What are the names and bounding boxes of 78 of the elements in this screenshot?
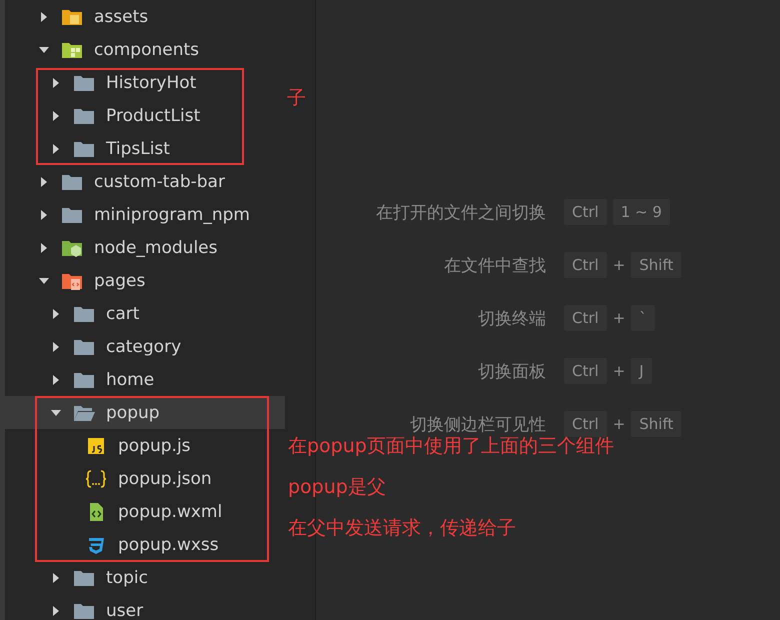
file-name: HistoryHot [106,72,196,92]
tree-item[interactable]: home [5,363,285,396]
key-cap: J [631,358,652,384]
plus-sign: + [612,309,626,327]
caret-right-icon[interactable] [39,12,49,22]
caret-right-icon[interactable] [51,78,61,88]
tree-item[interactable]: ProductList [5,99,285,132]
annotation-text: popup是父 [288,475,387,500]
caret-down-icon[interactable] [51,408,61,418]
tree-item[interactable]: popup.json [5,462,285,495]
caret-right-icon[interactable] [51,144,61,154]
caret-right-icon[interactable] [51,308,61,318]
tree-item[interactable]: custom-tab-bar [5,165,285,198]
tree-item[interactable]: popup [5,396,285,429]
file-name: TipsList [106,138,170,158]
key-cap: ` [631,305,655,331]
annotation-text: 在父中发送请求，传递给子 [288,516,517,541]
caret-right-icon[interactable] [51,606,61,616]
tree-item[interactable]: components [5,33,285,66]
tree-item[interactable]: miniprogram_npm [5,198,285,231]
key-cap: 1 ~ 9 [612,199,670,225]
tree-item[interactable]: assets [5,0,285,33]
file-name: miniprogram_npm [94,204,250,224]
caret-right-icon[interactable] [51,110,61,120]
tree-item[interactable]: popup.wxml [5,495,285,528]
key-cap: Shift [631,411,682,437]
caret-right-icon[interactable] [39,210,49,220]
file-name: home [106,370,154,390]
key-cap: Ctrl [564,358,607,384]
key-cap: Ctrl [564,252,607,278]
caret-right-icon[interactable] [51,572,61,582]
tree-item[interactable]: user [5,594,285,620]
file-name: node_modules [94,238,218,258]
caret-down-icon[interactable] [39,276,49,286]
file-name: category [106,336,182,356]
tree-item[interactable]: category [5,330,285,363]
file-name: user [106,600,144,620]
annotation-text: 在popup页面中使用了上面的三个组件 [288,434,614,459]
key-cap: Ctrl [564,199,607,225]
plus-sign: + [612,415,626,433]
shortcut-label: 在文件中查找 [443,254,546,276]
caret-right-icon[interactable] [39,242,49,252]
shortcut-label: 切换终端 [477,308,546,330]
key-cap: Ctrl [564,411,607,437]
file-name: popup.json [118,468,212,488]
tree-item[interactable]: topic [5,561,285,594]
shortcut-label: 切换侧边栏可见性 [409,414,546,436]
shortcut-label: 在打开的文件之间切换 [375,202,546,224]
file-name: cart [106,304,140,324]
tree-item[interactable]: pages [5,264,285,297]
tree-item[interactable]: HistoryHot [5,66,285,99]
tree-item[interactable]: node_modules [5,231,285,264]
file-name: custom-tab-bar [94,172,225,192]
tree-item[interactable]: popup.wxss [5,528,285,561]
file-name: assets [94,6,148,26]
caret-right-icon[interactable] [39,176,49,186]
file-name: popup.wxss [118,534,219,554]
shortcut-label: 切换面板 [477,360,546,382]
file-name: components [94,40,200,60]
js-file-icon [85,436,107,456]
caret-down-icon[interactable] [39,44,49,54]
key-cap: Shift [631,252,682,278]
tree-item[interactable]: cart [5,297,285,330]
caret-right-icon[interactable] [51,342,61,352]
caret-right-icon[interactable] [51,374,61,384]
file-name: popup.js [118,436,191,456]
file-name: ProductList [106,106,200,126]
file-name: pages [94,270,146,290]
file-name: popup.wxml [118,502,222,522]
plus-sign: + [612,362,626,380]
key-cap: Ctrl [564,305,607,331]
tree-item[interactable]: TipsList [5,132,285,165]
plus-sign: + [612,256,626,274]
tree-item[interactable]: popup.js [5,429,285,462]
file-name: topic [106,568,148,588]
braces-icon [85,468,107,488]
annotation-text: 子 [287,86,306,111]
file-name: popup [106,402,160,422]
